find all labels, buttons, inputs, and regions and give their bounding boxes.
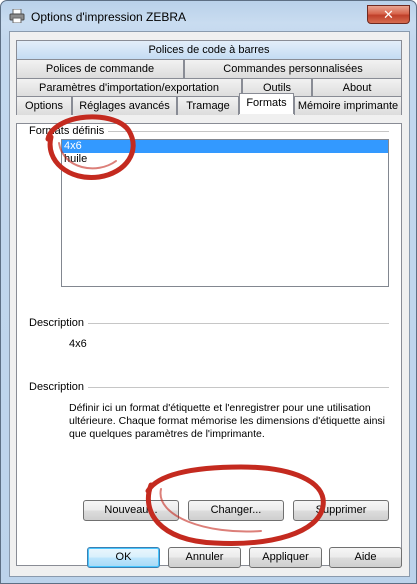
button-label: Changer... [210, 504, 262, 516]
button-label: Annuler [185, 551, 224, 563]
cancel-button[interactable]: Annuler [168, 547, 241, 568]
tab-label: About [342, 82, 372, 94]
description-text: Définir ici un format d'étiquette et l'e… [69, 402, 385, 440]
button-label: OK [115, 551, 132, 563]
dialog-client-area: Polices de code à barres Polices de comm… [9, 31, 410, 577]
tab-memoire-imprimante[interactable]: Mémoire imprimante [294, 96, 402, 115]
tab-tramage[interactable]: Tramage [177, 96, 239, 115]
dialog-window: Options d'impression ZEBRA ✕ Polices de … [0, 0, 417, 584]
tab-polices-code-barres[interactable]: Polices de code à barres [16, 40, 402, 59]
tab-label: Tramage [186, 100, 230, 112]
tab-options[interactable]: Options [16, 96, 72, 115]
apply-button[interactable]: Appliquer [249, 547, 322, 568]
button-label: Aide [354, 551, 377, 563]
ok-button[interactable]: OK [87, 547, 160, 568]
description-label: Description [29, 317, 89, 329]
tab-label: Réglages avancés [79, 100, 170, 112]
tab-formats[interactable]: Formats [239, 93, 294, 114]
tab-reglages-avances[interactable]: Réglages avancés [72, 96, 177, 115]
formats-group-label: Formats définis [29, 125, 109, 137]
button-label: Appliquer [262, 551, 309, 563]
delete-button[interactable]: Supprimer [293, 500, 389, 521]
tab-commandes-personnalisees[interactable]: Commandes personnalisées [184, 59, 402, 78]
formats-listbox[interactable]: 4x6 huile [61, 139, 389, 287]
window-title: Options d'impression ZEBRA [31, 10, 187, 24]
tab-label: Formats [246, 97, 287, 109]
list-item[interactable]: huile [62, 153, 388, 166]
tab-label: Polices de commande [45, 63, 155, 75]
title-bar[interactable]: Options d'impression ZEBRA ✕ [1, 1, 416, 31]
close-button[interactable]: ✕ [367, 5, 410, 24]
new-button[interactable]: Nouveau... [83, 500, 179, 521]
description-value: 4x6 [69, 338, 87, 350]
help-button[interactable]: Aide [329, 547, 402, 568]
close-icon: ✕ [383, 7, 394, 22]
tab-label: Commandes personnalisées [223, 63, 363, 75]
tab-parametres-import-export[interactable]: Paramètres d'importation/exportation [16, 78, 242, 97]
tab-label: Mémoire imprimante [297, 100, 399, 112]
tab-about[interactable]: About [312, 78, 402, 97]
list-item[interactable]: 4x6 [62, 140, 388, 153]
button-label: Supprimer [315, 504, 367, 516]
printer-icon [9, 8, 25, 24]
tab-label: Paramètres d'importation/exportation [38, 82, 220, 94]
description-label: Description [29, 381, 89, 393]
button-label: Nouveau... [104, 504, 158, 516]
tab-label: Options [25, 100, 63, 112]
tab-polices-commande[interactable]: Polices de commande [16, 59, 184, 78]
change-button[interactable]: Changer... [188, 500, 284, 521]
tab-label: Polices de code à barres [148, 44, 270, 56]
